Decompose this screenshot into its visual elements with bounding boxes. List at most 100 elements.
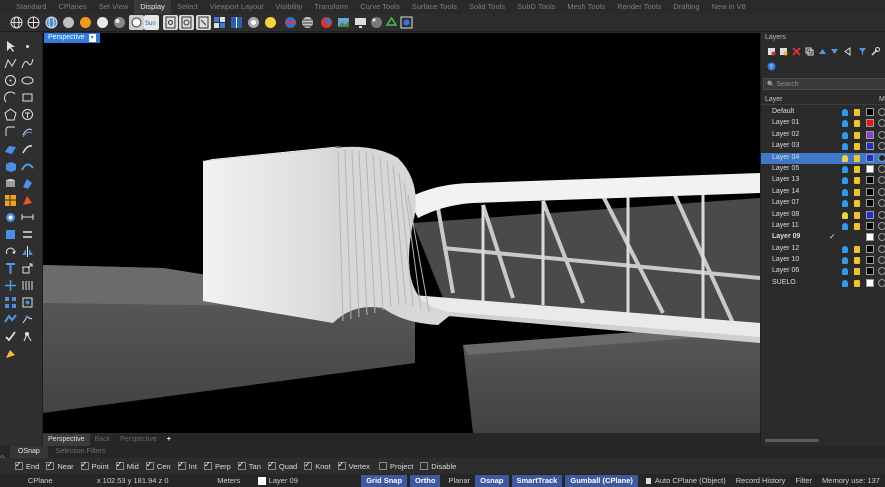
layer-color-swatch[interactable] xyxy=(866,108,874,116)
current-layer-check-icon[interactable]: ✓ xyxy=(829,232,836,241)
curvature-sphere-icon[interactable] xyxy=(319,15,334,30)
layer-row[interactable]: Layer 12 xyxy=(761,244,885,255)
tab-osnap[interactable]: OSnap xyxy=(10,446,48,458)
surface-icon[interactable] xyxy=(4,143,17,156)
offset-curve-icon[interactable] xyxy=(21,125,34,138)
checkbox[interactable] xyxy=(177,460,186,470)
checkbox[interactable] xyxy=(267,460,276,470)
dimension-icon[interactable] xyxy=(21,211,34,224)
fillet-curve-icon[interactable] xyxy=(4,125,17,138)
grid-snap-toggle[interactable]: Grid Snap xyxy=(361,474,408,487)
boolean-icon[interactable] xyxy=(4,211,17,224)
viewport-menu-arrow-icon[interactable]: ▾ xyxy=(88,34,96,42)
duplicate-layer-icon[interactable] xyxy=(805,47,814,56)
record-history-toggle[interactable]: Record History xyxy=(731,476,791,485)
text-icon[interactable] xyxy=(4,262,17,275)
shaded-globe-icon[interactable] xyxy=(44,15,59,30)
search-box[interactable]: 🔍 Search xyxy=(763,78,885,90)
tab-surface-tools[interactable]: Surface Tools xyxy=(406,0,463,14)
yellow-sphere-icon[interactable] xyxy=(263,15,278,30)
xray-icon[interactable] xyxy=(112,15,127,30)
block-icon[interactable] xyxy=(4,228,17,241)
lock-icon[interactable] xyxy=(854,188,860,196)
visibility-bulb-icon[interactable] xyxy=(842,131,848,139)
flag-sphere-icon[interactable] xyxy=(283,15,298,30)
tab-display[interactable]: Display xyxy=(134,0,171,14)
visibility-bulb-icon[interactable] xyxy=(842,109,848,116)
layer-color-swatch[interactable] xyxy=(866,142,874,151)
gumball-toggle[interactable]: Gumball (CPlane) xyxy=(565,474,638,487)
gray-sphere-icon[interactable] xyxy=(61,15,76,30)
lock-icon[interactable] xyxy=(854,165,860,173)
ellipse-icon[interactable] xyxy=(21,74,34,87)
new-sublayer-icon[interactable] xyxy=(779,47,788,56)
material-icon[interactable] xyxy=(878,233,885,242)
osnap-point[interactable]: Point xyxy=(80,460,109,471)
lock-icon[interactable] xyxy=(854,120,860,128)
visibility-bulb-icon[interactable] xyxy=(842,154,848,162)
lock-icon[interactable] xyxy=(854,211,860,219)
checkbox[interactable] xyxy=(420,462,429,470)
smarttrack-toggle[interactable]: SmartTrack xyxy=(511,474,563,487)
visibility-bulb-icon[interactable] xyxy=(842,257,848,265)
checkbox[interactable] xyxy=(203,460,212,470)
grid-array-icon[interactable] xyxy=(4,296,17,309)
layer-row[interactable]: Layer 11 xyxy=(761,221,885,232)
lock-icon[interactable] xyxy=(854,222,860,230)
layer-row[interactable]: Layer 03 xyxy=(761,141,885,152)
rectangle-icon[interactable] xyxy=(21,91,34,104)
osnap-near[interactable]: Near xyxy=(46,460,74,471)
visibility-bulb-icon[interactable] xyxy=(842,211,848,219)
rendered-sphere-icon[interactable] xyxy=(78,15,93,30)
tab-render-tools[interactable]: Render Tools xyxy=(611,0,667,14)
ortho-toggle[interactable]: Ortho xyxy=(410,474,441,487)
tab-selection-filters[interactable]: Selection Filters xyxy=(48,446,114,458)
mirror-icon[interactable] xyxy=(21,245,34,258)
tab-set-view[interactable]: Set View xyxy=(93,0,134,14)
display-mode-icon[interactable] xyxy=(399,15,414,30)
checkbox[interactable] xyxy=(304,460,313,470)
checkbox[interactable] xyxy=(15,460,23,470)
select-arrow-icon[interactable] xyxy=(4,40,17,53)
environment-icon[interactable] xyxy=(336,15,351,30)
visibility-bulb-icon[interactable] xyxy=(842,143,848,151)
wireframe-globe-icon[interactable] xyxy=(9,15,24,30)
checkbox[interactable] xyxy=(145,460,154,470)
osnap-int[interactable]: Int xyxy=(177,460,197,471)
circle-icon[interactable] xyxy=(4,74,17,87)
cylinder-icon[interactable] xyxy=(4,177,17,190)
check-icon[interactable] xyxy=(4,330,17,343)
lock-icon[interactable] xyxy=(854,131,860,139)
layer-color-swatch[interactable] xyxy=(866,267,874,276)
arc-icon[interactable] xyxy=(4,91,17,104)
lock-icon[interactable] xyxy=(854,200,860,208)
move-down-icon[interactable] xyxy=(830,47,839,56)
lock-icon[interactable] xyxy=(854,268,860,276)
lock-icon[interactable] xyxy=(854,177,860,185)
tab-select[interactable]: Select xyxy=(171,0,204,14)
checkbox[interactable] xyxy=(237,460,246,470)
tab-viewport-perspective-2[interactable]: Perspective xyxy=(115,434,162,446)
material-icon[interactable] xyxy=(878,108,885,116)
tab-solid-tools[interactable]: Solid Tools xyxy=(463,0,511,14)
layer-row[interactable]: Layer 07 xyxy=(761,198,885,209)
pen-icon[interactable] xyxy=(163,15,178,30)
color-grid-icon[interactable] xyxy=(212,15,227,30)
material-icon[interactable] xyxy=(878,221,885,230)
lock-icon[interactable] xyxy=(854,154,860,162)
array-icon[interactable] xyxy=(21,279,34,292)
visibility-bulb-icon[interactable] xyxy=(842,245,848,253)
checkbox[interactable] xyxy=(80,460,89,470)
blue-grid-icon[interactable] xyxy=(229,15,244,30)
visibility-bulb-icon[interactable] xyxy=(842,177,848,185)
material-icon[interactable] xyxy=(878,210,885,219)
layer-color-swatch[interactable] xyxy=(866,130,874,139)
auto-cplane-toggle[interactable]: Auto CPlane (Object) xyxy=(641,476,731,485)
layer-color-swatch[interactable] xyxy=(866,176,874,185)
visibility-bulb-icon[interactable] xyxy=(842,279,848,287)
lock-icon[interactable] xyxy=(854,257,860,265)
visibility-bulb-icon[interactable] xyxy=(842,165,848,173)
status-cplane[interactable]: CPlane xyxy=(23,476,92,485)
extrude-icon[interactable] xyxy=(21,143,34,156)
move-up-icon[interactable] xyxy=(818,47,827,56)
